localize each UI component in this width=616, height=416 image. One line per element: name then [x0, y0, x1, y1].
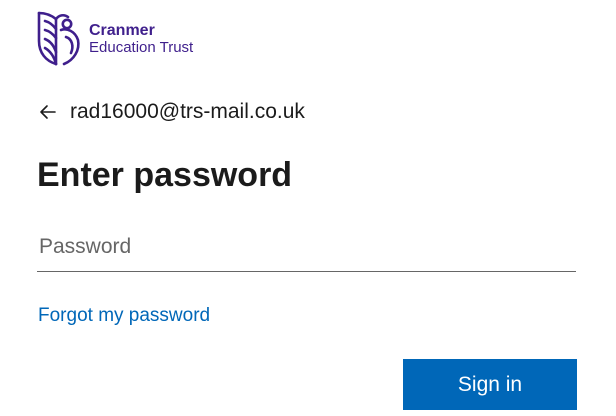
brand-logo: Cranmer Education Trust	[36, 10, 193, 66]
brand-name: Cranmer	[89, 22, 155, 39]
sign-in-button[interactable]: Sign in	[403, 359, 577, 410]
sign-in-page: Cranmer Education Trust rad16000@trs-mai…	[0, 0, 616, 416]
account-identity: rad16000@trs-mail.co.uk	[38, 100, 305, 124]
forgot-password-link[interactable]: Forgot my password	[38, 305, 210, 327]
password-input[interactable]	[37, 222, 576, 272]
owl-crest-logo-icon	[37, 11, 80, 66]
brand-text: Cranmer Education Trust	[89, 22, 193, 56]
page-title: Enter password	[37, 156, 293, 194]
account-email: rad16000@trs-mail.co.uk	[70, 100, 305, 123]
left-arrow-icon[interactable]	[38, 102, 58, 122]
brand-subtitle: Education Trust	[89, 39, 194, 56]
